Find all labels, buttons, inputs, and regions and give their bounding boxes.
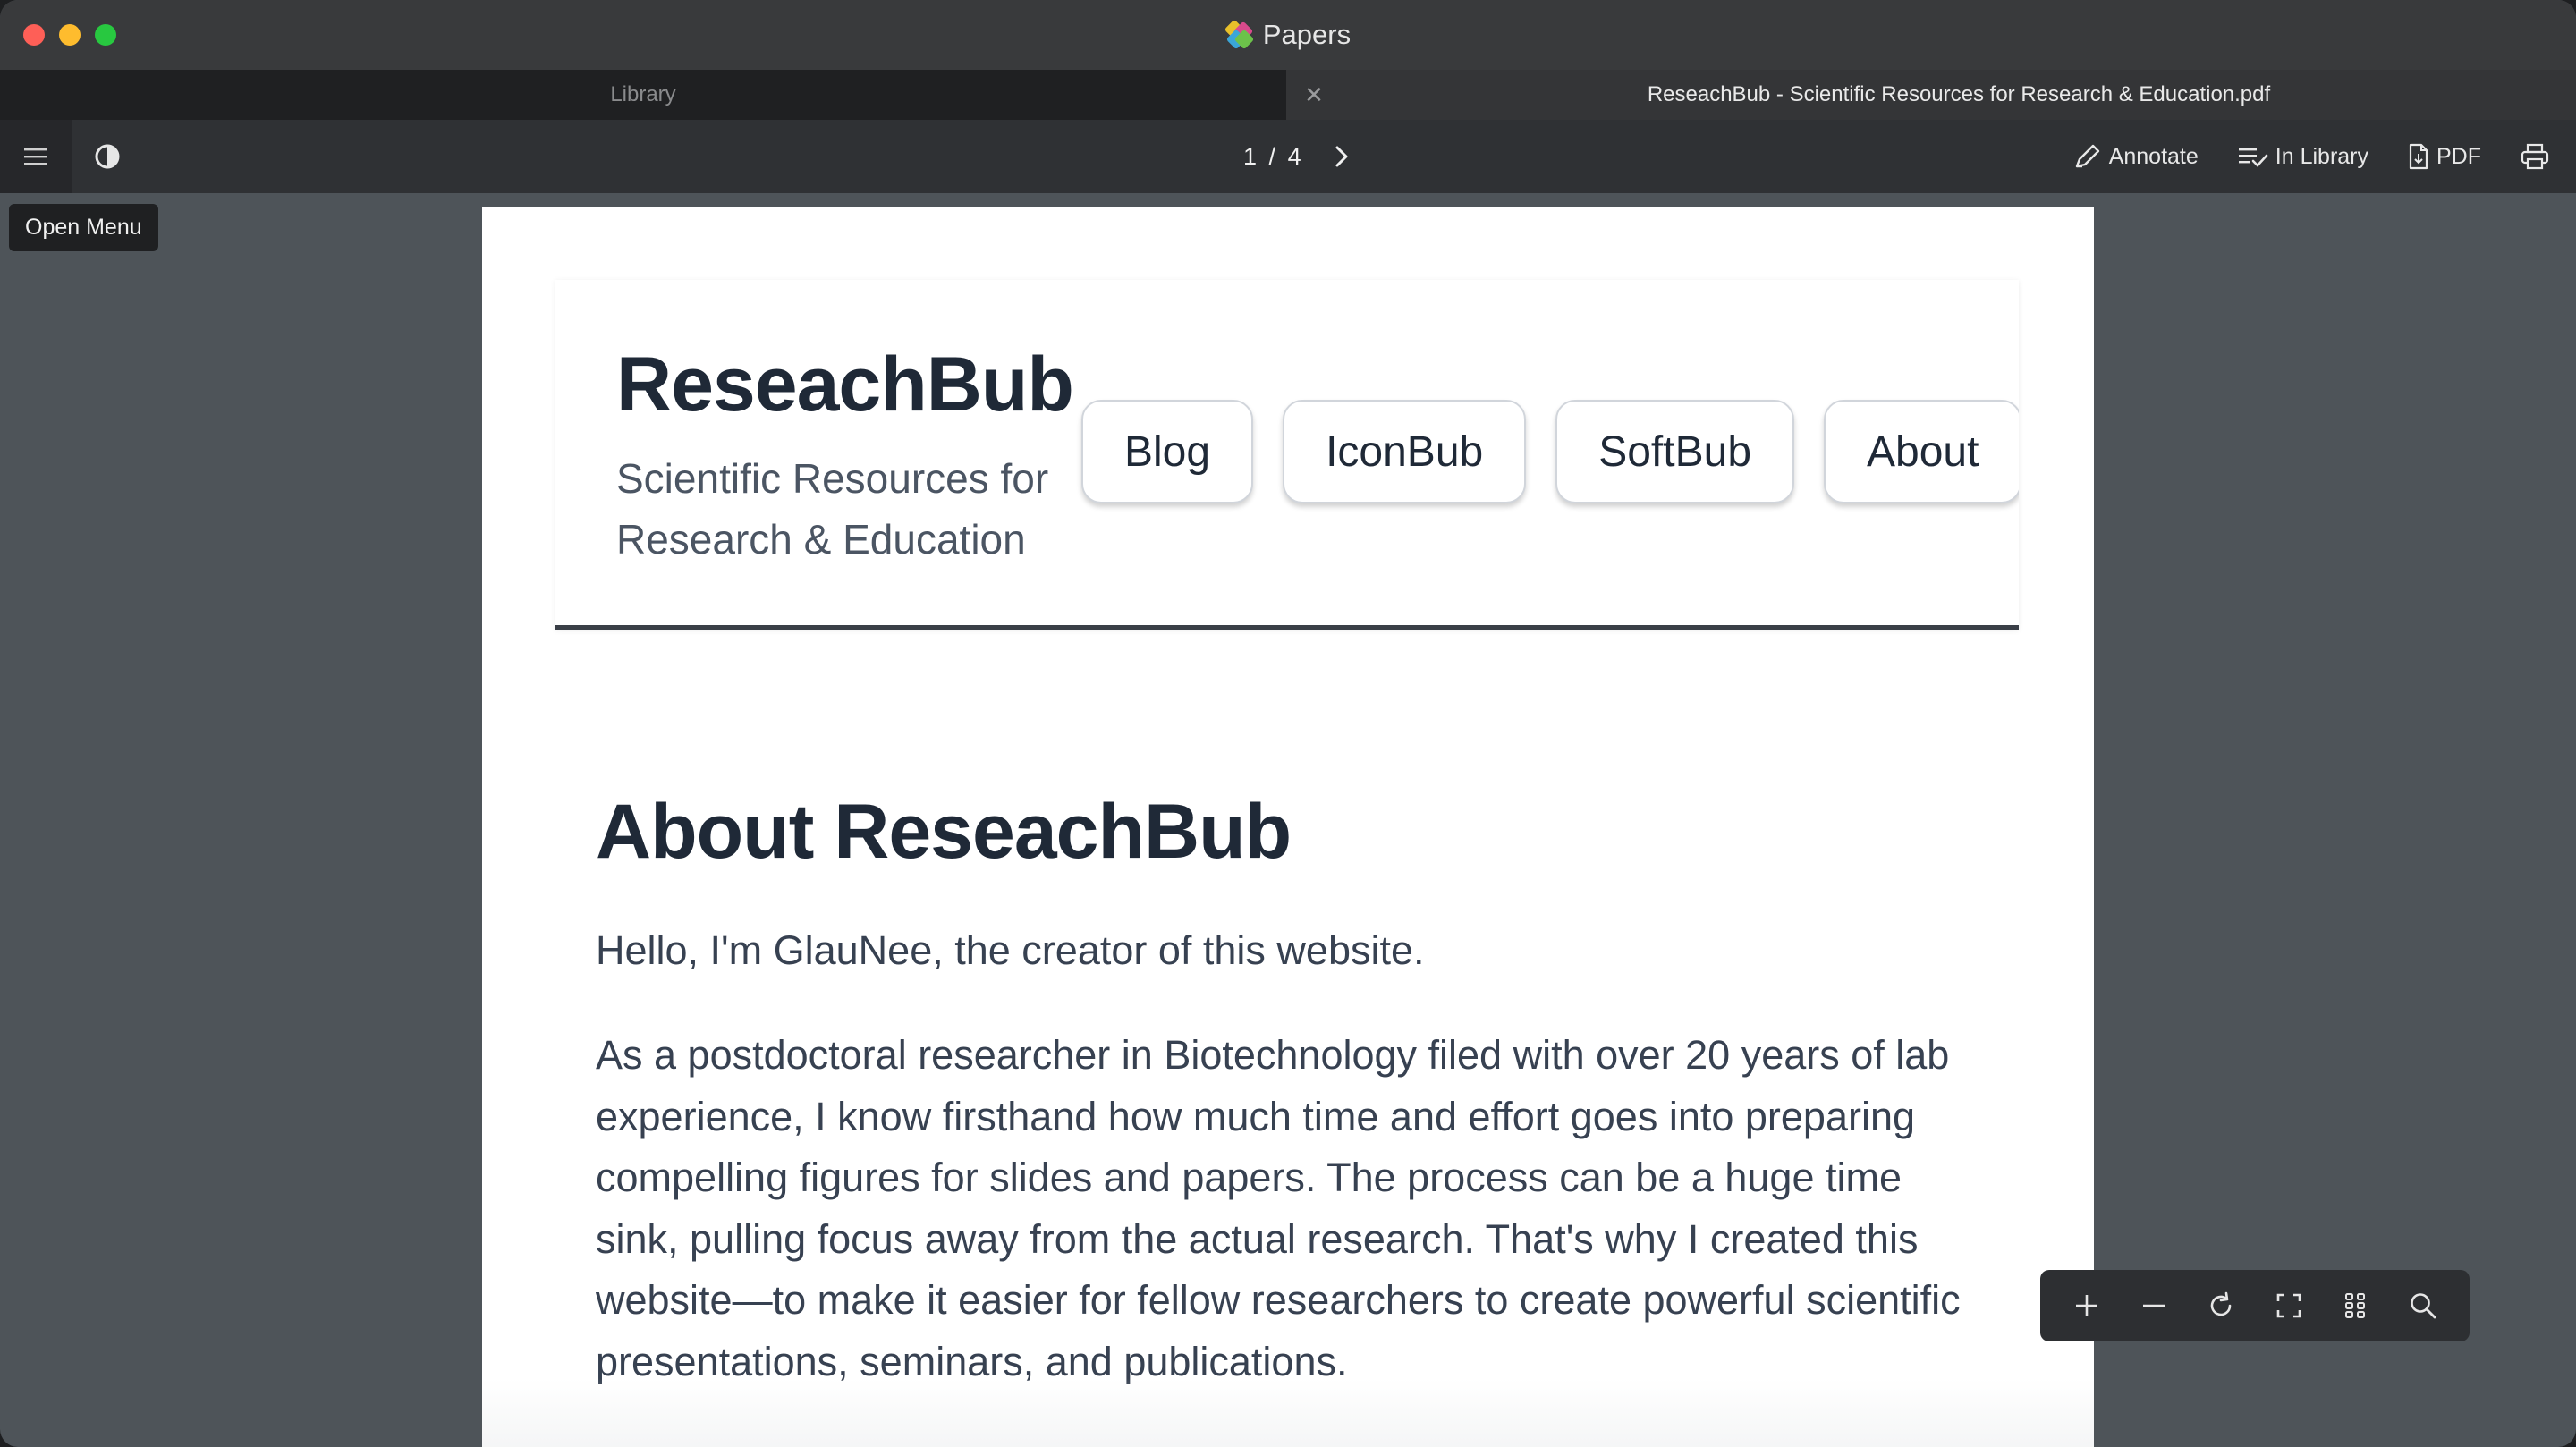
window-title-text: Papers xyxy=(1262,19,1352,50)
minimize-window-button[interactable] xyxy=(59,24,80,46)
maximize-window-button[interactable] xyxy=(95,24,116,46)
title-bar: Papers xyxy=(0,0,2576,70)
site-subtitle: Scientific Resources for Research & Educ… xyxy=(616,455,1049,563)
in-library-button[interactable]: In Library xyxy=(2238,144,2368,170)
app-window: Papers Library ✕ ReseachBub - Scientific… xyxy=(0,0,2576,1447)
nav-softbub-button[interactable]: SoftBub xyxy=(1555,400,1795,503)
fullscreen-icon xyxy=(2276,1293,2301,1318)
pdf-page: ReseachBub Scientific Resources for Rese… xyxy=(482,207,2094,1447)
tab-library[interactable]: Library xyxy=(0,70,1286,120)
close-tab-icon[interactable]: ✕ xyxy=(1286,70,1342,120)
page-navigator: 1 / 4 xyxy=(1243,120,1350,193)
site-nav: Blog IconBub SoftBub About xyxy=(1081,400,2019,503)
rotate-button[interactable] xyxy=(2196,1281,2246,1331)
window-controls xyxy=(23,24,116,46)
list-check-icon xyxy=(2238,148,2268,167)
menu-button[interactable] xyxy=(0,120,72,193)
annotate-label: Annotate xyxy=(2108,143,2199,169)
site-title: ReseachBub xyxy=(616,342,1074,427)
nav-iconbub-button[interactable]: IconBub xyxy=(1283,400,1527,503)
print-button[interactable] xyxy=(2521,143,2549,170)
pdf-button[interactable]: PDF xyxy=(2408,143,2481,170)
viewer-controls xyxy=(2040,1270,2470,1341)
thumbnails-button[interactable] xyxy=(2331,1281,2381,1331)
fit-page-button[interactable] xyxy=(2264,1281,2314,1331)
window-title: Papers xyxy=(1224,19,1352,51)
document-toolbar: 1 / 4 Annotate In Library PDF xyxy=(0,120,2576,193)
about-heading: About ReseachBub xyxy=(596,789,1292,875)
search-button[interactable] xyxy=(2398,1281,2448,1331)
search-icon xyxy=(2411,1293,2436,1319)
intro-paragraph: Hello, I'm GlauNee, the creator of this … xyxy=(596,927,1425,973)
theme-toggle-button[interactable] xyxy=(72,120,143,193)
close-window-button[interactable] xyxy=(23,24,45,46)
menu-tooltip: Open Menu xyxy=(9,204,158,251)
site-header: ReseachBub Scientific Resources for Rese… xyxy=(555,280,2019,630)
papers-logo-icon xyxy=(1224,19,1255,50)
page-current: 1 xyxy=(1243,142,1258,170)
pen-icon xyxy=(2075,144,2099,168)
tab-bar: Library ✕ ReseachBub - Scientific Resour… xyxy=(0,70,2576,120)
page-indicator: 1 / 4 xyxy=(1243,143,1301,171)
document-icon xyxy=(2409,143,2428,170)
pdf-label: PDF xyxy=(2436,143,2481,169)
toolbar-actions: Annotate In Library PDF xyxy=(2073,120,2549,193)
in-library-label: In Library xyxy=(2275,143,2368,169)
zoom-out-button[interactable] xyxy=(2129,1281,2179,1331)
minus-icon xyxy=(2142,1304,2165,1307)
nav-blog-button[interactable]: Blog xyxy=(1081,400,1254,503)
nav-about-button[interactable]: About xyxy=(1824,400,2019,503)
hamburger-icon xyxy=(24,148,47,165)
zoom-in-button[interactable] xyxy=(2062,1281,2112,1331)
page-bottom-fade xyxy=(482,1378,2094,1447)
rotate-icon xyxy=(2211,1291,2232,1316)
plus-icon xyxy=(2075,1295,2097,1316)
chevron-right-icon[interactable] xyxy=(1334,145,1350,168)
body-paragraph: As a postdoctoral researcher in Biotechn… xyxy=(596,1032,1961,1384)
page-total: 4 xyxy=(1287,142,1301,170)
page-separator: / xyxy=(1268,142,1276,170)
contrast-icon xyxy=(95,144,120,169)
annotate-button[interactable]: Annotate xyxy=(2073,143,2199,170)
grid-icon xyxy=(2344,1293,2365,1318)
printer-icon xyxy=(2521,143,2549,170)
tab-document[interactable]: ReseachBub - Scientific Resources for Re… xyxy=(1342,70,2576,120)
